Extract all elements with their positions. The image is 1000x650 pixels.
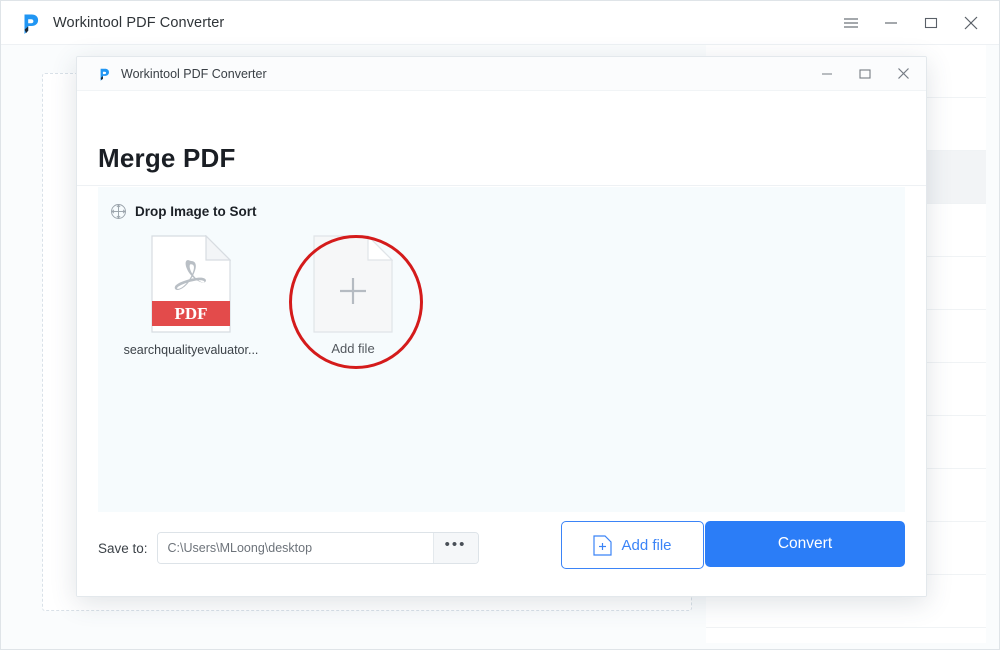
save-to-label: Save to: <box>98 540 148 556</box>
minimize-icon[interactable] <box>808 59 846 89</box>
save-to-input[interactable] <box>157 533 433 563</box>
add-file-tile[interactable]: Add file <box>272 234 434 369</box>
maximize-icon[interactable] <box>846 59 884 89</box>
workintool-p-logo-icon <box>17 10 43 36</box>
page-title: Merge PDF <box>98 143 236 173</box>
hamburger-icon[interactable] <box>831 5 871 41</box>
file-name-label: searchqualityevaluator... <box>123 343 259 357</box>
workintool-p-logo-icon <box>96 66 112 82</box>
drop-to-sort-label: Drop Image to Sort <box>135 204 257 219</box>
main-titlebar: Workintool PDF Converter <box>1 1 999 45</box>
minimize-icon[interactable] <box>871 5 911 41</box>
save-to-group: Save to: ••• <box>98 532 479 564</box>
dialog-window-controls <box>808 57 922 90</box>
plus-document-icon <box>313 234 394 333</box>
add-file-tile-label: Add file <box>331 341 375 356</box>
dialog-titlebar: Workintool PDF Converter <box>77 57 926 91</box>
save-to-field-wrap: ••• <box>156 532 479 564</box>
merge-sort-panel[interactable]: Drop Image to Sort PDF searchqualityeval… <box>98 187 905 542</box>
move-crosshair-icon <box>110 203 127 220</box>
close-icon[interactable] <box>884 59 922 89</box>
browse-button[interactable]: ••• <box>432 533 478 563</box>
dialog-title: Workintool PDF Converter <box>121 66 267 81</box>
document-plus-icon <box>593 534 613 556</box>
maximize-icon[interactable] <box>911 5 951 41</box>
title-divider <box>77 185 926 186</box>
main-window-title: Workintool PDF Converter <box>53 14 225 31</box>
convert-button[interactable]: Convert <box>705 521 905 567</box>
main-window-controls <box>831 1 991 45</box>
file-tile[interactable]: PDF searchqualityevaluator... <box>110 235 272 357</box>
drop-to-sort-hint: Drop Image to Sort <box>110 203 257 220</box>
file-tile-list: PDF searchqualityevaluator... Add file <box>110 234 434 369</box>
dialog-footer: Save to: ••• <box>77 512 926 596</box>
convert-button-label: Convert <box>777 535 833 552</box>
pdf-file-icon: PDF <box>151 235 231 333</box>
merge-pdf-dialog: Workintool PDF Converter Merge PDF Drop … <box>76 56 927 597</box>
app-root: Workintool PDF Converter Workintool PDF … <box>0 0 1000 650</box>
svg-text:PDF: PDF <box>174 304 207 323</box>
add-file-button-label: Add file <box>621 536 672 554</box>
dialog-body: Merge PDF Drop Image to Sort PDF searchq… <box>77 91 926 596</box>
add-file-button[interactable]: Add file <box>561 521 704 569</box>
close-icon[interactable] <box>951 5 991 41</box>
main-window: Workintool PDF Converter Workintool PDF … <box>0 0 1000 650</box>
